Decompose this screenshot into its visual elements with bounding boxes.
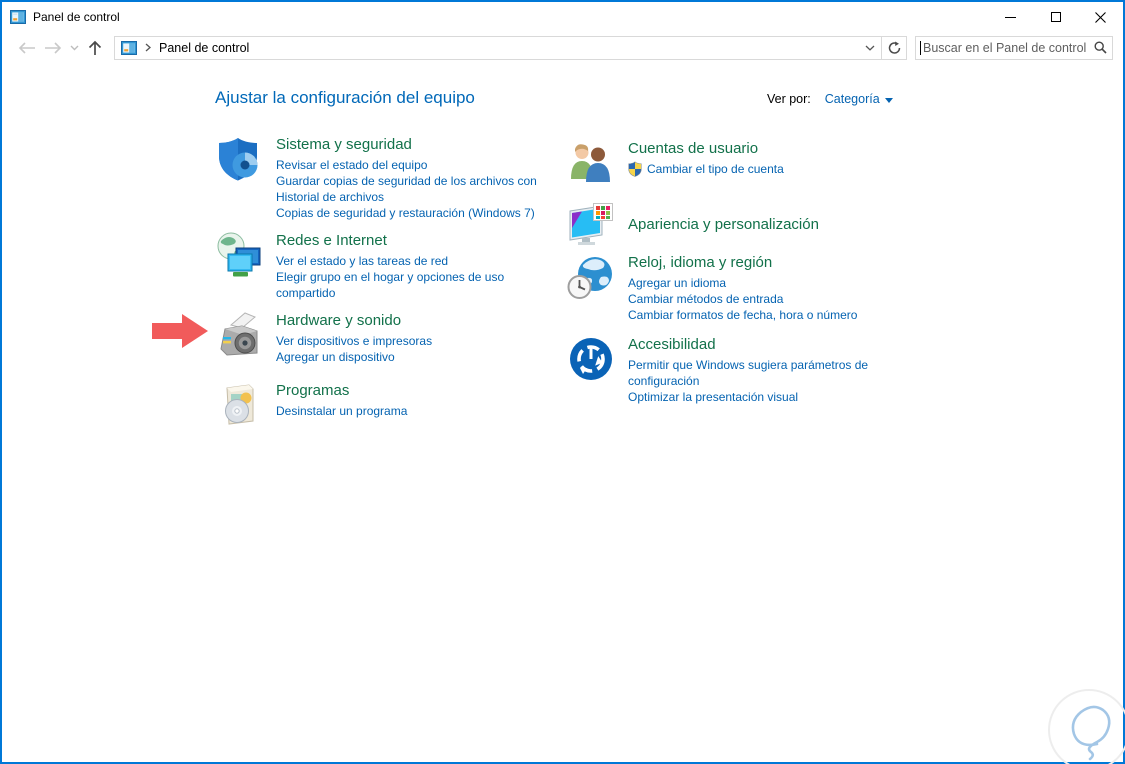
link-change-input-methods[interactable]: Cambiar métodos de entrada xyxy=(628,291,886,307)
category-programs: Programas Desinstalar un programa xyxy=(215,381,565,429)
category-appearance-personalization: Apariencia y personalización xyxy=(567,200,897,248)
control-panel-window: { "window": { "title": "Panel de control… xyxy=(0,0,1125,764)
ease-of-access-icon[interactable] xyxy=(567,335,615,383)
category-user-accounts: Cuentas de usuario Cambiar el tipo de cu… xyxy=(567,139,897,187)
category-title-clock-language-region[interactable]: Reloj, idioma y región xyxy=(628,253,886,272)
page-title: Ajustar la configuración del equipo xyxy=(215,88,475,107)
hardware-sound-icon[interactable] xyxy=(215,311,263,359)
up-arrow-icon xyxy=(88,40,102,55)
window-title: Panel de control xyxy=(33,10,120,24)
bulb-watermark-logo xyxy=(1041,682,1125,764)
view-by-label: Ver por: xyxy=(767,92,811,106)
recent-pages-button[interactable] xyxy=(66,35,82,61)
forward-arrow-icon xyxy=(45,41,62,54)
address-dropdown-button[interactable] xyxy=(859,37,881,59)
maximize-icon xyxy=(1050,12,1061,22)
link-change-account-type[interactable]: Cambiar el tipo de cuenta xyxy=(647,161,784,177)
appearance-personalization-icon[interactable] xyxy=(567,200,615,248)
chevron-down-icon xyxy=(70,45,78,50)
control-panel-icon-small xyxy=(121,40,137,56)
minimize-icon xyxy=(1005,16,1016,18)
link-uninstall-program[interactable]: Desinstalar un programa xyxy=(276,403,553,419)
uac-shield-icon xyxy=(628,161,642,177)
dropdown-triangle-icon xyxy=(884,98,893,103)
network-internet-icon[interactable] xyxy=(215,231,263,279)
link-file-history-backup[interactable]: Guardar copias de seguridad de los archi… xyxy=(276,173,553,205)
control-panel-icon xyxy=(10,9,26,25)
category-column-left: Sistema y seguridad Revisar el estado de… xyxy=(152,135,565,429)
forward-button[interactable] xyxy=(40,35,66,61)
refresh-button[interactable] xyxy=(881,36,906,59)
back-button[interactable] xyxy=(14,35,40,61)
category-title-programs[interactable]: Programas xyxy=(276,381,553,400)
main-content: Ajustar la configuración del equipo Ver … xyxy=(2,65,1125,764)
category-hardware-sound: Hardware y sonido Ver dispositivos e imp… xyxy=(152,311,565,365)
link-change-date-time-number-formats[interactable]: Cambiar formatos de fecha, hora o número xyxy=(628,307,886,323)
address-bar[interactable]: Panel de control xyxy=(114,35,907,60)
link-optimize-visual-display[interactable]: Optimizar la presentación visual xyxy=(628,389,886,405)
chevron-down-icon xyxy=(865,45,875,51)
link-add-language[interactable]: Agregar un idioma xyxy=(628,275,886,291)
maximize-button[interactable] xyxy=(1033,2,1078,32)
red-highlight-arrow xyxy=(152,313,209,354)
category-column-right: Cuentas de usuario Cambiar el tipo de cu… xyxy=(567,135,897,405)
category-title-network-internet[interactable]: Redes e Internet xyxy=(276,231,553,250)
title-bar: Panel de control xyxy=(2,2,1123,32)
breadcrumb-item[interactable]: Panel de control xyxy=(157,41,249,55)
clock-language-region-icon[interactable] xyxy=(567,253,615,301)
back-arrow-icon xyxy=(18,41,35,54)
breadcrumb-chevron-icon xyxy=(145,43,151,52)
link-add-device[interactable]: Agregar un dispositivo xyxy=(276,349,553,365)
refresh-icon xyxy=(888,41,900,54)
category-title-ease-of-access[interactable]: Accesibilidad xyxy=(628,335,886,354)
up-button[interactable] xyxy=(82,35,108,61)
navigation-toolbar: Panel de control Buscar en el Panel de c… xyxy=(2,32,1123,63)
category-title-appearance-personalization[interactable]: Apariencia y personalización xyxy=(628,215,886,234)
search-placeholder: Buscar en el Panel de control xyxy=(923,40,1087,55)
category-title-user-accounts[interactable]: Cuentas de usuario xyxy=(628,139,886,158)
category-system-security: Sistema y seguridad Revisar el estado de… xyxy=(215,135,565,221)
link-review-computer-status[interactable]: Revisar el estado del equipo xyxy=(276,157,553,173)
close-icon xyxy=(1095,11,1106,23)
view-by-control: Ver por: Categoría xyxy=(767,92,893,106)
search-icon[interactable] xyxy=(1094,41,1107,54)
user-accounts-icon[interactable] xyxy=(567,139,615,187)
programs-icon[interactable] xyxy=(215,381,263,429)
category-network-internet: Redes e Internet Ver el estado y las tar… xyxy=(215,231,565,301)
link-network-status-tasks[interactable]: Ver el estado y las tareas de red xyxy=(276,253,553,269)
category-clock-language-region: Reloj, idioma y región Agregar un idioma… xyxy=(567,253,897,323)
breadcrumb[interactable]: Panel de control xyxy=(115,37,255,59)
minimize-button[interactable] xyxy=(988,2,1033,32)
view-by-dropdown[interactable]: Categoría xyxy=(825,92,893,106)
link-backup-restore-win7[interactable]: Copias de seguridad y restauración (Wind… xyxy=(276,205,553,221)
category-title-hardware-sound[interactable]: Hardware y sonido xyxy=(276,311,553,330)
search-input[interactable]: Buscar en el Panel de control xyxy=(915,35,1113,60)
link-windows-suggest-settings[interactable]: Permitir que Windows sugiera parámetros … xyxy=(628,357,886,389)
category-title-system-security[interactable]: Sistema y seguridad xyxy=(276,135,553,154)
close-button[interactable] xyxy=(1078,2,1123,32)
security-shield-icon[interactable] xyxy=(215,135,263,183)
link-homegroup-sharing[interactable]: Elegir grupo en el hogar y opciones de u… xyxy=(276,269,553,301)
view-by-value: Categoría xyxy=(824,92,880,106)
category-ease-of-access: Accesibilidad Permitir que Windows sugie… xyxy=(567,335,897,405)
link-devices-printers[interactable]: Ver dispositivos e impresoras xyxy=(276,333,553,349)
